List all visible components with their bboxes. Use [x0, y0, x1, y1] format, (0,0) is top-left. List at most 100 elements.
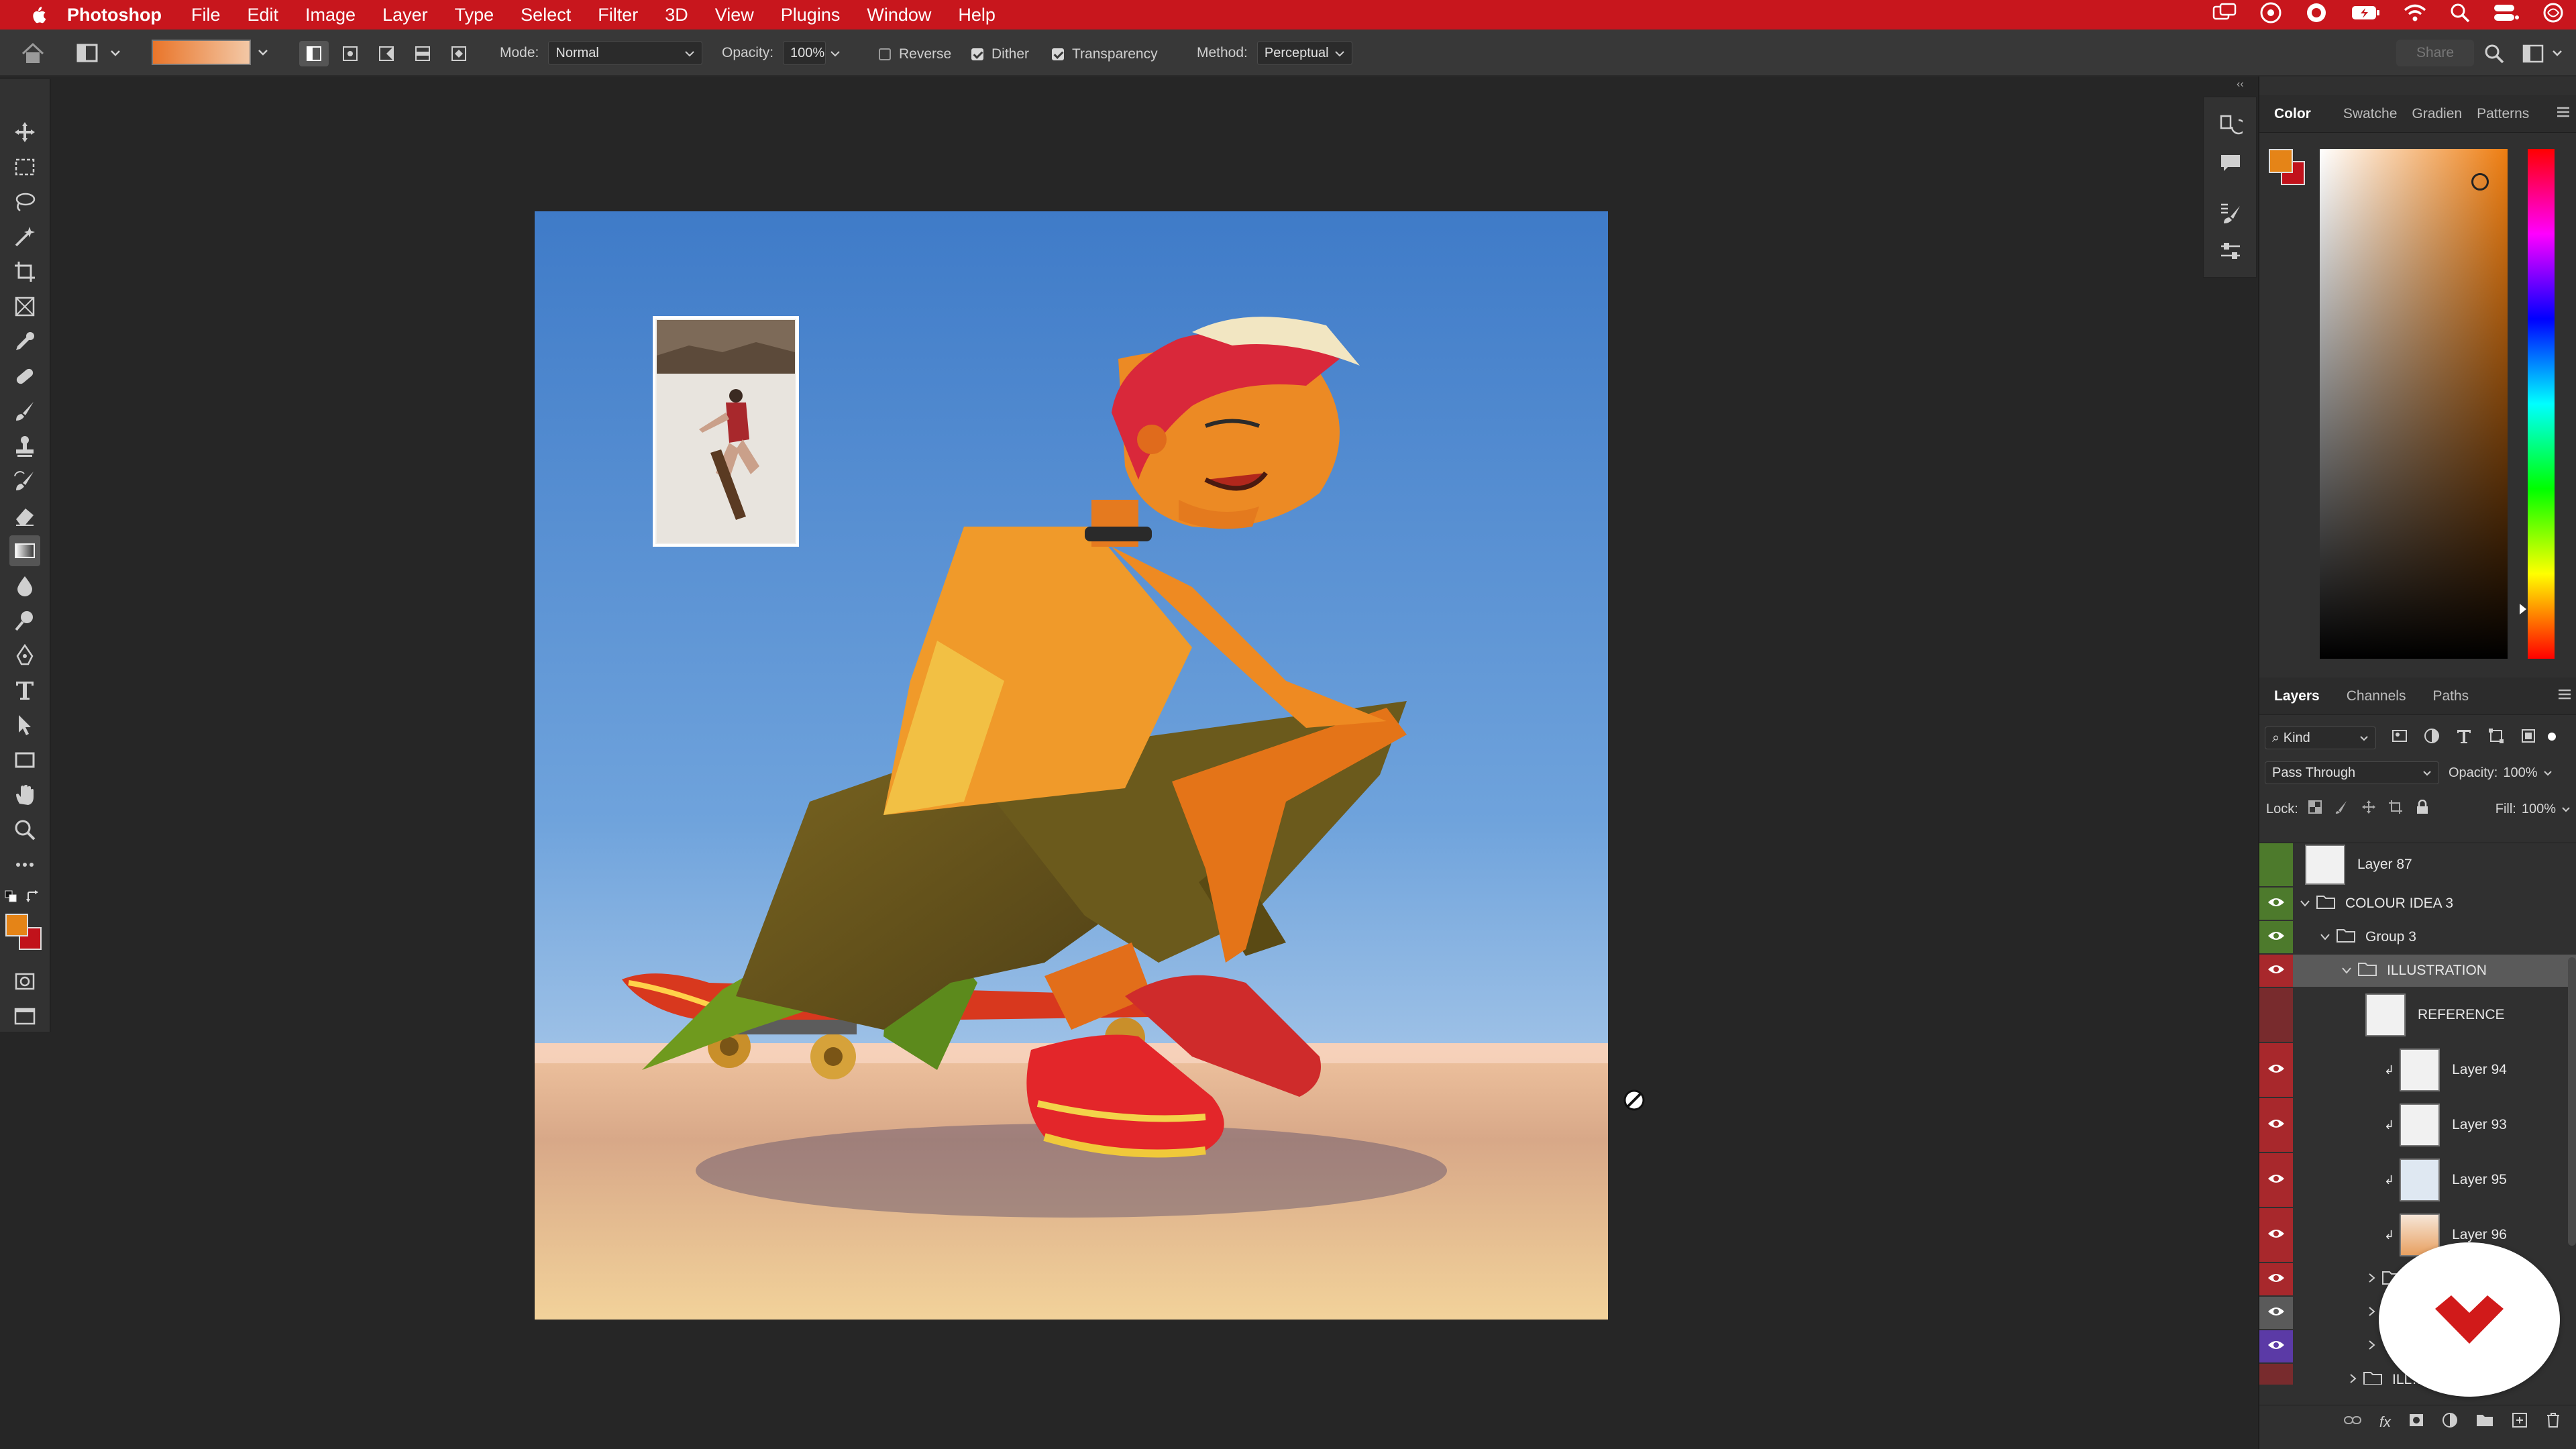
history-panel-icon[interactable] — [2218, 113, 2247, 141]
menu-view[interactable]: View — [715, 5, 754, 25]
pen-tool-icon[interactable] — [9, 640, 40, 671]
healing-brush-icon[interactable] — [9, 361, 40, 392]
swap-colors-icon[interactable] — [25, 890, 42, 908]
visibility-toggle[interactable] — [2259, 1330, 2293, 1362]
hue-slider-handle[interactable] — [2520, 604, 2526, 614]
filter-pixel-icon[interactable] — [2391, 727, 2408, 749]
fx-icon[interactable]: fx — [2379, 1413, 2391, 1431]
dither-checkbox[interactable]: Dither — [971, 46, 1029, 62]
menu-type[interactable]: Type — [455, 5, 494, 25]
panel-menu-icon[interactable] — [2556, 106, 2571, 122]
workspace-icon[interactable] — [2522, 43, 2569, 64]
menu-3d[interactable]: 3D — [665, 5, 688, 25]
document-canvas[interactable] — [535, 211, 1608, 1320]
visibility-toggle[interactable] — [2259, 888, 2293, 920]
visibility-toggle[interactable] — [2259, 1098, 2293, 1152]
foreground-color-swatch[interactable] — [5, 914, 28, 936]
visibility-toggle[interactable] — [2259, 1208, 2293, 1262]
filter-smart-object-icon[interactable] — [2520, 727, 2537, 749]
visibility-toggle[interactable] — [2259, 843, 2293, 886]
layer-row-selected[interactable]: ILLUSTRATION — [2259, 955, 2576, 987]
wifi-icon[interactable] — [2403, 3, 2427, 27]
menu-edit[interactable]: Edit — [248, 5, 279, 25]
add-mask-icon[interactable] — [2408, 1413, 2424, 1431]
tab-gradients[interactable]: Gradien — [2412, 106, 2462, 122]
foreground-color-swatch[interactable] — [2269, 149, 2293, 173]
chevron-down-icon[interactable] — [2320, 929, 2330, 945]
menu-app-name[interactable]: Photoshop — [67, 5, 162, 25]
chevron-down-icon[interactable] — [2300, 896, 2310, 912]
hue-slider[interactable] — [2528, 149, 2555, 659]
tool-preset-picker[interactable] — [74, 41, 121, 65]
creative-cloud-icon[interactable] — [2259, 1, 2282, 29]
diamond-gradient-icon[interactable] — [444, 41, 474, 66]
menu-window[interactable]: Window — [867, 5, 931, 25]
share-button[interactable]: Share — [2396, 40, 2474, 66]
brush-tool-icon[interactable] — [9, 396, 40, 427]
panel-menu-icon[interactable] — [2557, 688, 2572, 704]
tab-layers[interactable]: Layers — [2274, 688, 2320, 704]
opacity-field[interactable]: 100% — [783, 41, 826, 65]
reflected-gradient-icon[interactable] — [408, 41, 437, 66]
visibility-toggle[interactable] — [2259, 921, 2293, 953]
chevron-down-icon[interactable] — [830, 45, 841, 61]
reverse-check-icon[interactable] — [879, 48, 891, 60]
layer-row[interactable]: COLOUR IDEA 3 — [2259, 888, 2576, 920]
tab-color[interactable]: Color — [2274, 106, 2311, 122]
adjustments-icon[interactable] — [2218, 239, 2243, 267]
search-icon[interactable] — [2483, 43, 2505, 64]
quick-mask-icon[interactable] — [9, 966, 40, 997]
chevron-down-icon[interactable] — [2561, 802, 2571, 817]
delete-layer-icon[interactable] — [2545, 1412, 2561, 1432]
transparency-check-icon[interactable] — [1052, 48, 1064, 60]
history-brush-icon[interactable] — [9, 466, 40, 496]
menu-plugins[interactable]: Plugins — [781, 5, 841, 25]
layer-row[interactable]: ↲ Layer 94 — [2259, 1043, 2576, 1097]
lock-pixels-icon[interactable] — [2334, 800, 2349, 818]
chevron-right-icon[interactable] — [2368, 1338, 2376, 1354]
apple-icon[interactable] — [23, 4, 52, 25]
new-layer-icon[interactable] — [2512, 1412, 2528, 1432]
lasso-tool-icon[interactable] — [9, 186, 40, 217]
linear-gradient-icon[interactable] — [299, 41, 329, 66]
rectangle-tool-icon[interactable] — [9, 745, 40, 775]
filter-toggle-icon[interactable] — [2546, 731, 2557, 746]
blur-tool-icon[interactable] — [9, 570, 40, 601]
visibility-toggle[interactable] — [2259, 1297, 2293, 1329]
dither-check-icon[interactable] — [971, 48, 983, 60]
visibility-toggle[interactable] — [2259, 988, 2293, 1042]
fill-value[interactable]: 100% — [2522, 802, 2556, 817]
move-tool-icon[interactable] — [9, 117, 40, 148]
siri-icon[interactable] — [2542, 2, 2564, 28]
blend-mode-dropdown[interactable]: Pass Through — [2265, 761, 2439, 784]
visibility-toggle[interactable] — [2259, 955, 2293, 987]
layer-row[interactable]: ↲ Layer 95 — [2259, 1153, 2576, 1207]
window-switch-icon[interactable] — [2212, 3, 2237, 28]
chevron-right-icon[interactable] — [2368, 1271, 2376, 1287]
lock-position-icon[interactable] — [2361, 800, 2376, 818]
eraser-icon[interactable] — [9, 500, 40, 531]
crop-tool-icon[interactable] — [9, 256, 40, 287]
layer-row[interactable]: Group 3 — [2259, 921, 2576, 953]
dodge-tool-icon[interactable] — [9, 605, 40, 636]
menu-image[interactable]: Image — [305, 5, 356, 25]
tab-channels[interactable]: Channels — [2347, 688, 2406, 704]
layer-row[interactable]: Layer 87 — [2259, 843, 2576, 886]
menu-layer[interactable]: Layer — [382, 5, 428, 25]
menu-help[interactable]: Help — [958, 5, 996, 25]
layer-kind-dropdown[interactable]: ⌕ Kind — [2265, 727, 2376, 749]
chevron-right-icon[interactable] — [2349, 1372, 2357, 1385]
hand-tool-icon[interactable] — [9, 780, 40, 810]
filter-type-icon[interactable] — [2455, 727, 2473, 749]
filter-shape-icon[interactable] — [2487, 727, 2505, 749]
transparency-checkbox[interactable]: Transparency — [1052, 46, 1158, 62]
lock-transparent-icon[interactable] — [2308, 800, 2322, 818]
layer-row[interactable]: REFERENCE — [2259, 988, 2576, 1042]
clone-stamp-icon[interactable] — [9, 431, 40, 462]
visibility-toggle[interactable] — [2259, 1153, 2293, 1207]
default-colors-icon[interactable] — [4, 890, 20, 906]
adjustment-layer-icon[interactable] — [2442, 1412, 2458, 1432]
method-dropdown[interactable]: Perceptual — [1256, 41, 1352, 65]
angle-gradient-icon[interactable] — [372, 41, 401, 66]
saturation-brightness-field[interactable] — [2320, 149, 2508, 659]
